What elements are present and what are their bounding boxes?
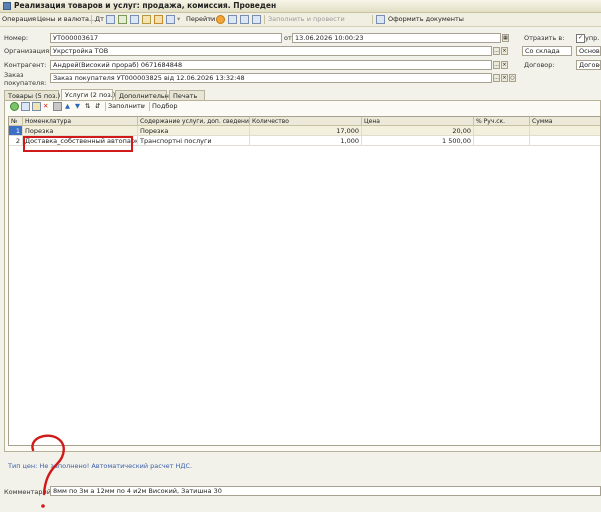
calendar-icon[interactable] — [252, 15, 261, 24]
table-cell-discount[interactable] — [474, 136, 530, 146]
select-items-button[interactable]: Подбор — [152, 101, 177, 112]
document-icon — [3, 2, 11, 10]
sort-asc-icon[interactable]: ⇅ — [85, 101, 90, 112]
prices-currency-button[interactable]: Цены и валюта... — [37, 14, 95, 25]
org-label: Организация: — [4, 47, 52, 55]
clear-icon[interactable]: × — [501, 61, 508, 69]
column-header-number[interactable]: № — [9, 117, 23, 126]
end-edit-icon[interactable] — [53, 102, 62, 111]
table-cell-quantity[interactable]: 17,000 — [250, 126, 362, 136]
select-button[interactable]: ... — [493, 74, 500, 82]
counterparty-field[interactable]: Андрей(Високий прораб) 0671684848 — [50, 60, 492, 70]
edit-icon[interactable] — [32, 102, 41, 111]
add-icon[interactable] — [10, 102, 19, 111]
table-cell-sum[interactable] — [530, 136, 600, 146]
chevron-down-icon: ▾ — [208, 15, 212, 23]
table-cell-content[interactable]: Порезка — [138, 126, 250, 136]
counterparty-label: Контрагент: — [4, 61, 47, 69]
question-mark-annotation-icon — [31, 434, 65, 508]
tab-services[interactable]: Услуги (2 поз.) — [61, 89, 115, 100]
table-toolbar: ✕ ▲ ▼ ⇅ ⇵ Заполнить ▾ Подбор — [8, 102, 598, 112]
table-row-number[interactable]: 2 — [9, 136, 23, 146]
table-cell-sum[interactable] — [530, 126, 600, 136]
number-label: Номер: — [4, 34, 29, 42]
contract-field[interactable]: Договор — [576, 60, 601, 70]
warehouse-field[interactable]: Со склада — [522, 46, 572, 56]
fill-and-post-button[interactable]: Заполнить и провести — [268, 14, 345, 25]
move-down-icon[interactable]: ▼ — [75, 101, 80, 112]
toolbar-separator — [372, 15, 373, 24]
documents-icon — [376, 15, 385, 24]
help-icon[interactable] — [216, 15, 225, 24]
sort-desc-icon[interactable]: ⇵ — [95, 101, 100, 112]
toolbar-separator — [264, 15, 265, 24]
select-button[interactable]: ... — [493, 61, 500, 69]
dt-kt-button[interactable]: Дт — [95, 14, 104, 25]
toolbar-separator — [91, 15, 92, 24]
annotation-highlight-box — [23, 136, 133, 152]
tab-goods[interactable]: Товары (5 поз.) — [4, 90, 60, 100]
order-label: Заказ — [4, 71, 24, 79]
print-icon[interactable] — [166, 15, 175, 24]
grid-icon[interactable] — [240, 15, 249, 24]
upr-checkbox[interactable]: ✓ — [576, 34, 585, 43]
command-toolbar: Операция ▾ Цены и валюта... Дт ▾ Перейти… — [0, 13, 601, 27]
column-header-sum[interactable]: Сумма — [530, 117, 600, 126]
chevron-down-icon: ▾ — [30, 15, 34, 23]
make-documents-button[interactable]: Оформить документы — [388, 14, 464, 25]
delete-icon[interactable]: ✕ — [43, 101, 48, 112]
toolbar-separator — [149, 102, 150, 111]
services-table[interactable]: № Номенклатура Содержание услуги, доп. с… — [8, 116, 601, 446]
table-cell-discount[interactable] — [474, 126, 530, 136]
table-cell-price[interactable]: 1 500,00 — [362, 136, 474, 146]
number-field[interactable]: УТ000003617 — [50, 33, 282, 43]
table-row-number[interactable]: 1 — [9, 126, 23, 136]
column-header-price[interactable]: Цена — [362, 117, 474, 126]
chevron-down-icon: ▾ — [142, 102, 146, 110]
table-cell-content[interactable]: Транспортні послуги — [138, 136, 250, 146]
column-header-item[interactable]: Номенклатура — [23, 117, 138, 126]
contract-label: Договор: — [524, 61, 555, 69]
save-icon[interactable] — [118, 15, 127, 24]
window-titlebar: Реализация товаров и услуг: продажа, ком… — [0, 0, 601, 13]
table-cell-quantity[interactable]: 1,000 — [250, 136, 362, 146]
organization-field[interactable]: Укрстройка ТОВ — [50, 46, 492, 56]
post-icon[interactable] — [154, 15, 163, 24]
window-title: Реализация товаров и услуг: продажа, ком… — [14, 1, 277, 10]
structure-icon[interactable] — [142, 15, 151, 24]
tab-additional[interactable]: Дополнительно — [115, 90, 173, 100]
toolbar-separator — [105, 102, 106, 111]
column-header-quantity[interactable]: Количество — [250, 117, 362, 126]
column-header-discount[interactable]: % Руч.ск. — [474, 117, 530, 126]
customer-order-field[interactable]: Заказ покупателя УТ000003825 від 12.06.2… — [50, 73, 492, 83]
select-button[interactable]: ... — [493, 47, 500, 55]
upr-label: упр. уч — [585, 34, 601, 42]
fill-button[interactable]: Заполнить — [108, 101, 145, 112]
date-field[interactable]: 13.06.2026 10:00:23 — [292, 33, 501, 43]
calendar-icon[interactable]: ▦ — [502, 34, 509, 42]
table-cell-item[interactable]: Порезка — [23, 126, 138, 136]
tab-print[interactable]: Печать — [169, 90, 205, 100]
table-cell-price[interactable]: 20,00 — [362, 126, 474, 136]
column-header-content[interactable]: Содержание услуги, доп. сведения — [138, 117, 250, 126]
table-icon[interactable] — [228, 15, 237, 24]
journal-icon[interactable] — [106, 15, 115, 24]
list-icon[interactable] — [130, 15, 139, 24]
open-icon[interactable]: ○ — [509, 74, 516, 82]
clear-icon[interactable]: × — [501, 47, 508, 55]
order-label-2: покупателя: — [4, 79, 47, 87]
clear-icon[interactable]: × — [501, 74, 508, 82]
main-warehouse-field[interactable]: Основно — [576, 46, 601, 56]
chevron-down-icon: ▾ — [177, 15, 181, 23]
move-up-icon[interactable]: ▲ — [65, 101, 70, 112]
reflect-label: Отразить в: — [524, 34, 565, 42]
copy-icon[interactable] — [21, 102, 30, 111]
comment-field[interactable]: 8мм по 3м а 12мм по 4 и2м Високий, Затиш… — [50, 486, 601, 496]
